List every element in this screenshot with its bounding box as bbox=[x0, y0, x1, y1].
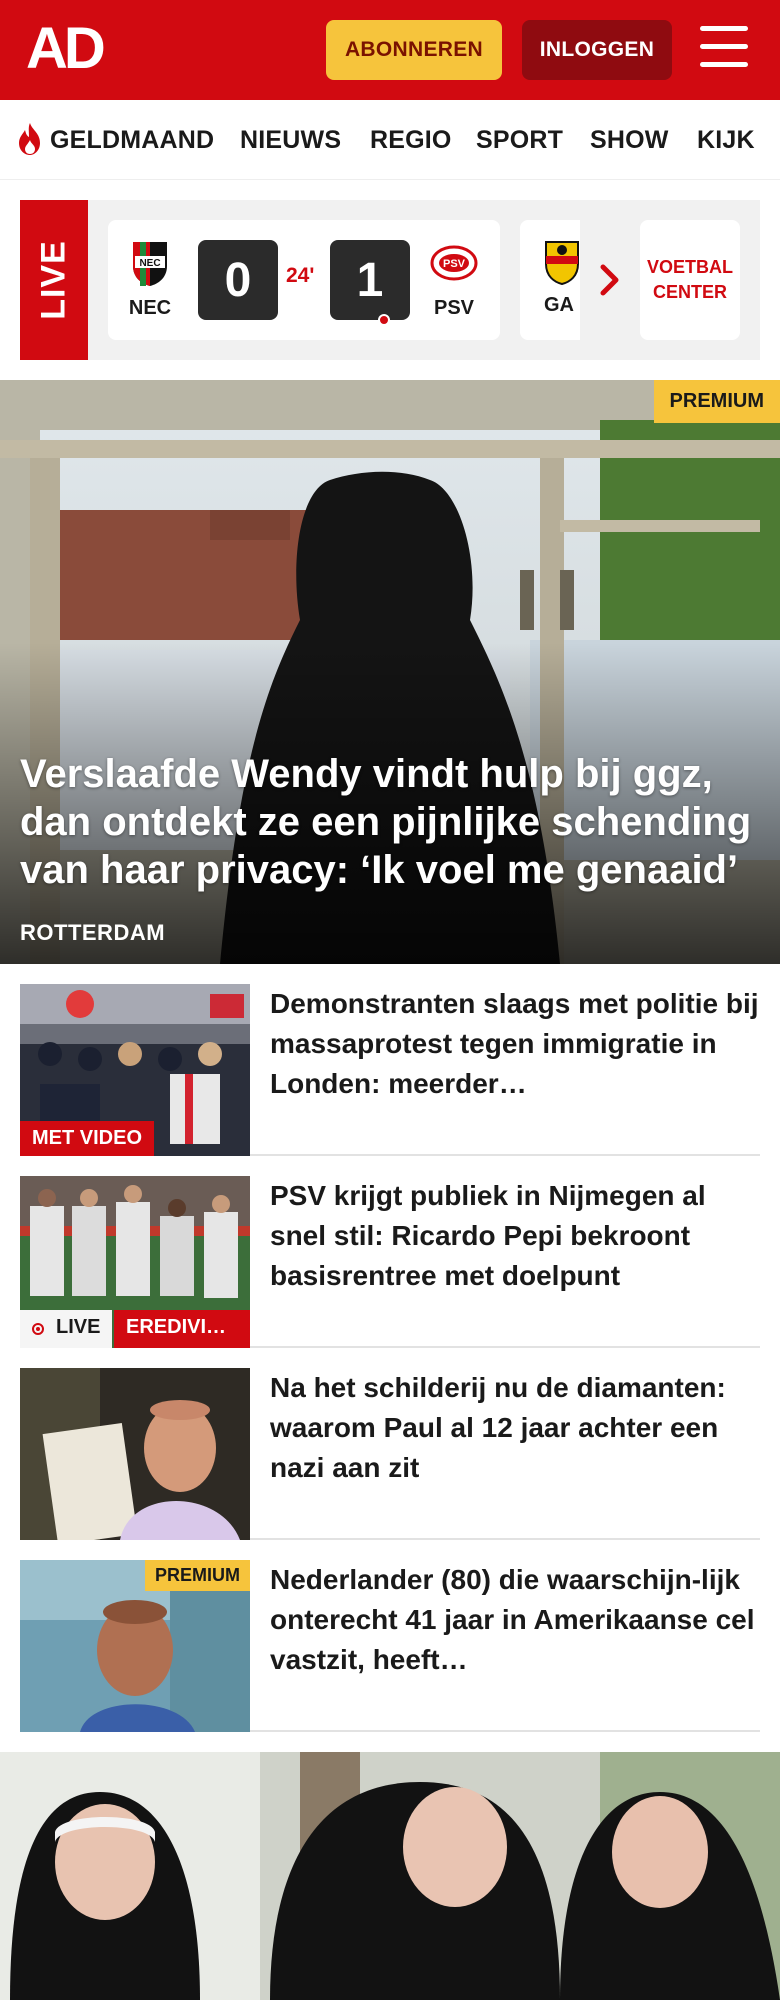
voetbal-center-button[interactable]: VOETBAL CENTER bbox=[640, 220, 740, 340]
nav-item-kijk[interactable]: KIJK bbox=[697, 126, 755, 155]
nav-item-nieuws[interactable]: NIEUWS bbox=[240, 126, 341, 155]
premium-badge: PREMIUM bbox=[653, 380, 780, 423]
away-team-name: PSV bbox=[433, 297, 475, 319]
svg-text:PSV: PSV bbox=[443, 258, 466, 270]
article-item[interactable]: Na het schilderij nu de diamanten: waaro… bbox=[20, 1368, 760, 1540]
live-scores-bar: LIVE NEC NEC 0 24' 1 PSV PSV GA VOETBAL … bbox=[20, 200, 760, 360]
live-tag: LIVE bbox=[20, 200, 88, 360]
article-headline[interactable]: Nederlander (80) die waarschijn-lijk ont… bbox=[270, 1560, 760, 1680]
away-team: PSV PSV bbox=[424, 238, 484, 320]
live-dot-icon bbox=[378, 314, 390, 326]
psv-crest-icon: PSV bbox=[430, 245, 478, 281]
article-thumbnail bbox=[20, 1368, 250, 1540]
ad-logo[interactable]: AD bbox=[26, 20, 116, 78]
match-minute: 24' bbox=[286, 264, 315, 287]
match-card[interactable]: NEC NEC 0 24' 1 PSV PSV bbox=[108, 220, 500, 340]
away-score: 1 bbox=[330, 240, 410, 320]
live-label: LIVE bbox=[20, 1310, 113, 1348]
flame-icon bbox=[19, 123, 40, 155]
site-header: AD ABONNEREN INLOGGEN bbox=[0, 0, 780, 100]
nec-crest-icon: NEC bbox=[133, 242, 167, 286]
nav-item-sport[interactable]: SPORT bbox=[476, 126, 563, 155]
portrait-image bbox=[20, 1368, 250, 1540]
home-team-name: NEC bbox=[128, 297, 172, 319]
menu-icon[interactable] bbox=[700, 26, 750, 72]
article-headline[interactable]: PSV krijgt publiek in Nijmegen al snel s… bbox=[270, 1176, 760, 1296]
category-label: EREDIVI… bbox=[114, 1310, 250, 1348]
subscribe-button[interactable]: ABONNEREN bbox=[326, 20, 502, 80]
nav-item-geldmaand[interactable]: GELDMAAND bbox=[50, 126, 214, 155]
live-label-text: LIVE bbox=[56, 1316, 101, 1338]
article-thumbnail: PREMIUM bbox=[20, 1560, 250, 1732]
video-label: MET VIDEO bbox=[20, 1121, 155, 1156]
hero-location: ROTTERDAM bbox=[20, 920, 166, 945]
article-item[interactable]: PREMIUM Nederlander (80) die waarschijn-… bbox=[20, 1560, 760, 1732]
hero-headline[interactable]: Verslaafde Wendy vindt hulp bij ggz, dan… bbox=[20, 750, 770, 894]
next-match-card[interactable]: GA bbox=[520, 220, 580, 340]
home-score: 0 bbox=[198, 240, 278, 320]
ga-eagles-crest-icon bbox=[545, 241, 579, 286]
login-button[interactable]: INLOGGEN bbox=[522, 20, 672, 80]
main-nav: GELDMAAND NIEUWS REGIO SPORT SHOW KIJK bbox=[0, 100, 780, 180]
next-hero-image[interactable] bbox=[0, 1752, 780, 2000]
next-match-team: GA bbox=[544, 294, 574, 316]
article-thumbnail: LIVE EREDIVI… bbox=[20, 1176, 250, 1348]
article-thumbnail: MET VIDEO bbox=[20, 984, 250, 1156]
live-tag-label: LIVE bbox=[34, 240, 73, 320]
chevron-right-icon bbox=[600, 264, 619, 296]
article-item[interactable]: LIVE EREDIVI… PSV krijgt publiek in Nijm… bbox=[20, 1176, 760, 1348]
article-item[interactable]: MET VIDEO Demonstranten slaags met polit… bbox=[20, 984, 760, 1156]
scores-next-arrow[interactable] bbox=[580, 220, 640, 340]
premium-badge: PREMIUM bbox=[145, 1560, 250, 1591]
home-team: NEC NEC bbox=[120, 238, 180, 320]
article-headline[interactable]: Demonstranten slaags met politie bij mas… bbox=[270, 984, 760, 1104]
nav-item-show[interactable]: SHOW bbox=[590, 126, 669, 155]
nav-item-regio[interactable]: REGIO bbox=[370, 126, 452, 155]
nuns-image bbox=[0, 1752, 780, 2000]
article-headline[interactable]: Na het schilderij nu de diamanten: waaro… bbox=[270, 1368, 760, 1488]
svg-text:NEC: NEC bbox=[139, 258, 160, 269]
hero-article[interactable]: PREMIUM Verslaafde Wendy vindt hulp bij … bbox=[0, 380, 780, 964]
live-indicator-icon bbox=[32, 1323, 44, 1335]
